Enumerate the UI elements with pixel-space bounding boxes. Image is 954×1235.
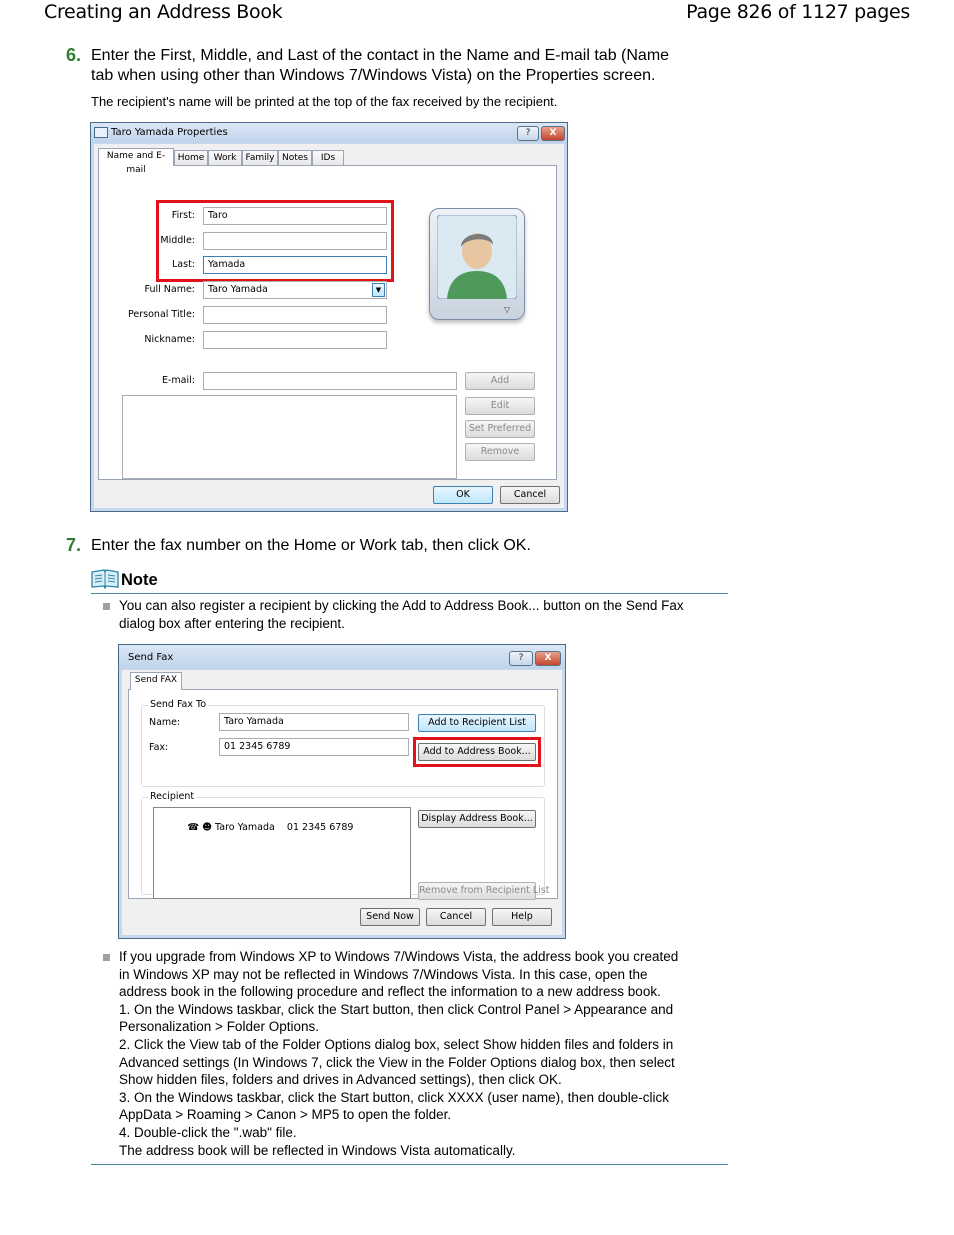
note-bottom-rule [91,1164,728,1165]
tab-family[interactable]: Family [242,150,278,166]
close-icon[interactable]: X [541,126,565,141]
remove-from-recipient-list-button[interactable]: Remove from Recipient List [418,882,549,900]
step-6-number: 6. [66,45,82,65]
bullet-icon [103,603,110,610]
tab-panel: First: Taro Middle: Last: Yamada Full Na… [98,165,557,480]
page-header: Creating an Address Book Page 826 of 112… [0,0,954,26]
full-name-combo[interactable]: Taro Yamada ▼ [203,281,387,299]
person-icon: ☻ [202,822,212,833]
note-item-2-line: in Windows XP may not be reflected in Wi… [119,966,648,982]
help-button[interactable]: Help [492,908,552,926]
note-item-2-line: address book in the following procedure … [119,984,661,1000]
full-name-label: Full Name: [144,284,196,295]
cancel-button[interactable]: Cancel [500,486,560,504]
step-7-text: Enter the fax number on the Home or Work… [91,537,531,554]
note-item-2-line: The address book will be reflected in Wi… [119,1142,516,1158]
step-6-text: Enter the First, Middle, and Last of the… [91,46,669,86]
properties-dialog: Taro Yamada Properties ? X Name and E-ma… [90,122,568,512]
add-to-recipient-list-button[interactable]: Add to Recipient List [418,714,536,732]
user-avatar-icon [437,215,517,299]
note-item-2-line: Personalization > Folder Options. [119,1019,319,1035]
note-heading: Note [91,568,728,594]
set-preferred-button[interactable]: Set Preferred [465,420,535,438]
note-item-2-line: 1. On the Windows taskbar, click the Sta… [119,1001,674,1017]
note-item-2-line: If you upgrade from Windows XP to Window… [119,949,679,964]
recipient-group-label: Recipient [148,791,197,802]
nickname-label: Nickname: [144,334,195,345]
step-6-subtext: The recipient's name will be printed at … [91,94,558,109]
full-name-value: Taro Yamada [208,284,268,295]
note-item-2-line: AppData > Roaming > Canon > MP5 to open … [119,1107,452,1123]
tab-ids[interactable]: IDs [312,150,344,166]
note-label: Note [121,571,158,589]
display-address-book-button[interactable]: Display Address Book... [418,810,536,828]
email-label: E-mail: [162,375,195,386]
dialog-titlebar: Taro Yamada Properties ? X [91,123,567,143]
tab-home[interactable]: Home [174,150,208,166]
send-fax-dialog: Send Fax ? X Send FAX Send Fax To Name: … [118,644,566,939]
chevron-down-icon[interactable]: ▽ [504,305,510,314]
fax-label: Fax: [149,742,169,753]
phone-icon: ☎ [187,822,200,833]
note-item-2-line: Show hidden files, folders and drives in… [119,1072,562,1088]
step-6-line-1: Enter the First, Middle, and Last of the… [91,47,670,64]
bullet-icon [103,954,110,961]
step-6-line-2: tab when using other than Windows 7/Wind… [91,67,656,84]
send-now-button[interactable]: Send Now [360,908,420,926]
email-list[interactable] [122,395,457,479]
personal-title-field[interactable] [203,306,387,324]
recipient-list[interactable]: ☎ ☻ Taro Yamada 01 2345 6789 [153,807,411,899]
tab-panel: Send Fax To Name: Taro Yamada Add to Rec… [128,689,558,900]
tab-notes[interactable]: Notes [278,150,312,166]
name-field[interactable]: Taro Yamada [219,713,409,731]
personal-title-label: Personal Title: [128,309,195,320]
note-item-1: You can also register a recipient by cli… [119,597,729,632]
help-icon[interactable]: ? [509,651,533,666]
contact-card-icon [94,127,108,138]
note-item-2: If you upgrade from Windows XP to Window… [119,948,729,1159]
send-fax-to-label: Send Fax To [148,699,209,710]
edit-email-button[interactable]: Edit [465,397,535,415]
dialog-title: Taro Yamada Properties [111,127,228,138]
note-item-2-line: 4. Double-click the ".wab" file. [119,1124,297,1140]
note-item-2-line: 2. Click the View tab of the Folder Opti… [119,1036,674,1052]
tab-work[interactable]: Work [208,150,242,166]
dialog-title: Send Fax [128,652,174,663]
cancel-button[interactable]: Cancel [426,908,486,926]
name-label: Name: [149,717,181,728]
ok-button[interactable]: OK [433,486,493,504]
fax-field[interactable]: 01 2345 6789 [219,738,409,756]
recipient-list-item[interactable]: ☎ ☻ Taro Yamada 01 2345 6789 [157,811,353,844]
highlight-add-to-address-book [413,737,541,767]
note-item-2-line: Advanced settings (In Windows 7, click t… [119,1054,675,1070]
highlight-name-fields [156,200,394,282]
note-item-1-line: You can also register a recipient by cli… [119,598,684,613]
contact-picture[interactable]: ▽ [429,208,525,320]
step-7-number: 7. [66,535,82,555]
email-field[interactable] [203,372,457,390]
book-icon [91,569,119,589]
page-title: Creating an Address Book [44,1,283,23]
help-icon[interactable]: ? [517,126,539,141]
recipient-entry: Taro Yamada 01 2345 6789 [215,822,354,833]
dialog-client: Send FAX Send Fax To Name: Taro Yamada A… [122,670,562,935]
tab-name-and-email[interactable]: Name and E-mail [98,148,174,175]
dialog-client: Name and E-mail Home Work Family Notes I… [94,144,564,508]
page-counter: Page 826 of 1127 pages [686,1,910,23]
note-item-2-line: 3. On the Windows taskbar, click the Sta… [119,1089,669,1105]
chevron-down-icon[interactable]: ▼ [372,283,385,297]
note-item-1-line: dialog box after entering the recipient. [119,615,345,631]
tab-send-fax[interactable]: Send FAX [130,672,182,690]
add-email-button[interactable]: Add [465,372,535,390]
nickname-field[interactable] [203,331,387,349]
dialog-titlebar: Send Fax ? X [119,645,565,669]
close-icon[interactable]: X [535,651,561,666]
remove-email-button[interactable]: Remove [465,443,535,461]
